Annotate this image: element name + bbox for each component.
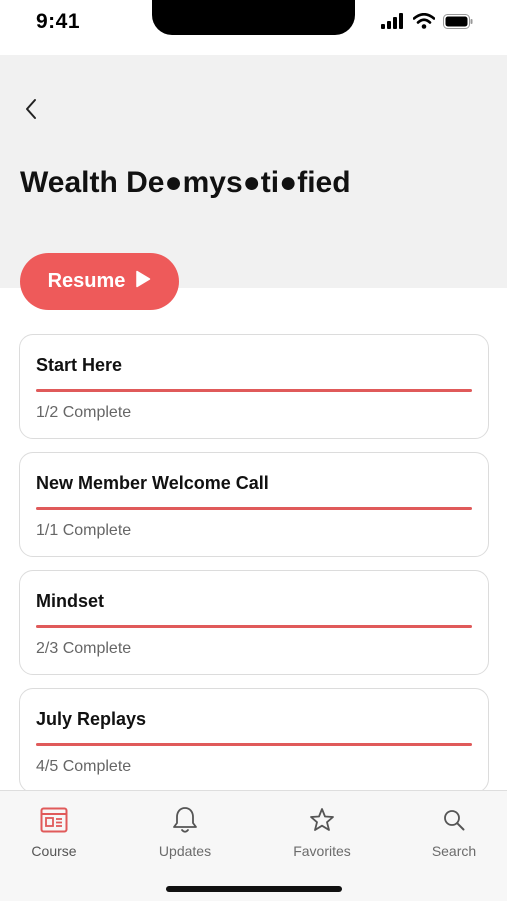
tab-favorites[interactable]: Favorites <box>267 805 377 859</box>
section-progress-bar <box>36 625 472 628</box>
section-progress-fill <box>36 389 472 392</box>
tab-course[interactable]: Course <box>0 805 109 859</box>
search-icon <box>442 805 466 835</box>
battery-icon <box>443 13 473 34</box>
section-card[interactable]: New Member Welcome Call 1/1 Complete <box>19 452 489 557</box>
section-title: Mindset <box>36 591 105 611</box>
bell-icon <box>172 805 198 835</box>
section-progress-bar <box>36 507 472 510</box>
home-indicator <box>166 886 342 892</box>
status-icons <box>381 12 473 34</box>
section-title: New Member Welcome Call <box>36 473 269 493</box>
tab-search[interactable]: Search <box>399 805 507 859</box>
section-status: 2/3 Complete <box>36 640 132 657</box>
back-button[interactable] <box>18 96 44 126</box>
tab-label: Search <box>431 843 477 859</box>
section-progress-bar <box>36 389 472 392</box>
section-status: 4/5 Complete <box>36 758 132 775</box>
section-status: 1/2 Complete <box>36 404 132 421</box>
tab-bar: Course Updates Favorites Search <box>0 790 507 901</box>
section-card[interactable]: Start Here 1/2 Complete <box>19 334 489 439</box>
resume-button[interactable]: Resume <box>20 253 179 310</box>
section-progress-fill <box>36 743 472 746</box>
chevron-left-icon <box>24 98 38 125</box>
tab-label: Updates <box>158 843 212 859</box>
tab-updates[interactable]: Updates <box>130 805 240 859</box>
tab-label: Favorites <box>293 843 351 859</box>
section-title: Start Here <box>36 355 123 375</box>
device-notch <box>152 0 355 35</box>
status-bar: 9:41 <box>0 0 507 55</box>
section-progress-fill <box>36 507 472 510</box>
course-icon <box>40 805 68 835</box>
status-time: 9:41 <box>36 10 81 33</box>
wifi-icon <box>412 12 436 34</box>
page-title: Wealth De●mys●ti●fied <box>20 166 351 199</box>
section-progress-bar <box>36 743 472 746</box>
section-card[interactable]: Mindset 2/3 Complete <box>19 570 489 675</box>
section-status: 1/1 Complete <box>36 522 132 539</box>
resume-button-label: Resume <box>47 270 126 292</box>
section-title: July Replays <box>36 709 147 729</box>
star-icon <box>309 805 335 835</box>
tab-label: Course <box>31 843 77 859</box>
play-icon <box>135 270 151 294</box>
section-progress-fill <box>36 625 472 628</box>
cellular-signal-icon <box>381 13 405 34</box>
section-card[interactable]: July Replays 4/5 Complete <box>19 688 489 793</box>
